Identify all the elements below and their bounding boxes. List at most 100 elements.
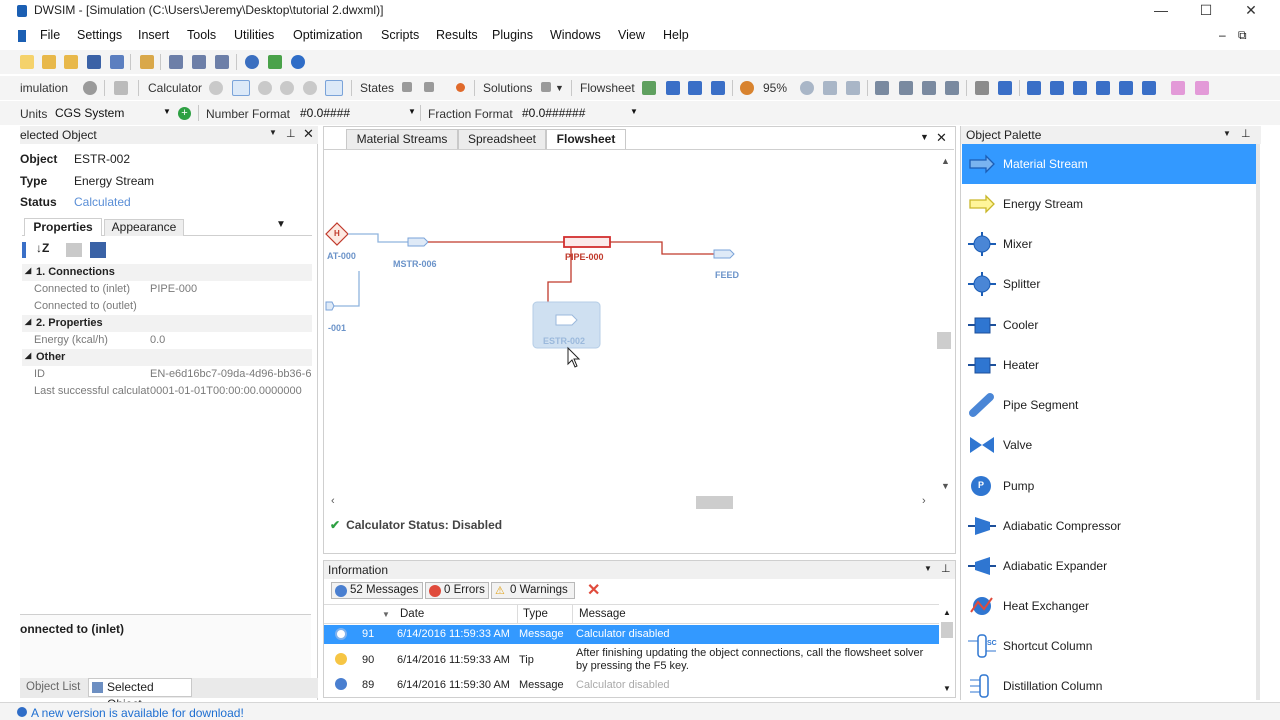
close-document-icon[interactable]: ✕ xyxy=(936,130,947,146)
messages-scrollbar[interactable]: ▲ ▼ xyxy=(939,604,955,696)
tab-properties[interactable]: Properties xyxy=(24,218,102,236)
tab-object-list[interactable]: Object List xyxy=(22,679,86,697)
new-icon[interactable] xyxy=(20,55,34,69)
print-preview-icon[interactable] xyxy=(945,81,959,95)
copy-icon[interactable] xyxy=(875,81,889,95)
canvas-vertical-scrollbar[interactable]: ▲ ▼ xyxy=(936,150,954,493)
tab-material-streams[interactable]: Material Streams xyxy=(346,129,458,149)
menu-utilities[interactable]: Utilities xyxy=(234,28,274,42)
solutions-icon[interactable] xyxy=(541,82,551,92)
scroll-left-icon[interactable]: ‹ xyxy=(331,495,335,507)
print-icon[interactable] xyxy=(922,81,936,95)
tab-spreadsheet[interactable]: Spreadsheet xyxy=(458,129,546,149)
scroll-up-icon[interactable]: ▲ xyxy=(943,608,951,617)
menu-settings[interactable]: Settings xyxy=(77,28,122,42)
errors-filter-button[interactable]: 0 Errors xyxy=(425,582,489,599)
menu-help[interactable]: Help xyxy=(663,28,689,42)
table-row[interactable]: 91 6/14/2016 11:59:33 AM Message Calcula… xyxy=(324,625,939,644)
sort-az-icon[interactable]: ↓Z xyxy=(36,241,49,255)
property-row[interactable]: Last successful calculat 0001-01-01T00:0… xyxy=(22,383,312,400)
scroll-right-icon[interactable]: › xyxy=(922,495,926,507)
menu-view[interactable]: View xyxy=(618,28,645,42)
hatch-icon[interactable] xyxy=(975,81,989,95)
clear-messages-icon[interactable]: ✕ xyxy=(587,580,600,600)
panel-menu-icon[interactable]: ▼ xyxy=(269,128,277,137)
palette-splitter[interactable]: Splitter xyxy=(962,264,1256,304)
palette-adiabatic-expander[interactable]: Adiabatic Expander xyxy=(962,546,1256,586)
close-button[interactable]: ✕ xyxy=(1228,0,1274,22)
align-left-icon[interactable] xyxy=(1027,81,1041,95)
align-right-icon[interactable] xyxy=(1073,81,1087,95)
close-panel-icon[interactable]: ✕ xyxy=(303,126,314,142)
export-icon[interactable] xyxy=(140,55,154,69)
palette-adiabatic-compressor[interactable]: Adiabatic Compressor xyxy=(962,506,1256,546)
panel-menu-icon[interactable]: ▼ xyxy=(924,564,932,573)
menu-scripts[interactable]: Scripts xyxy=(381,28,419,42)
pin-icon[interactable]: ⊥ xyxy=(286,127,296,140)
save-state-icon[interactable] xyxy=(402,82,412,92)
play-icon[interactable] xyxy=(209,81,223,95)
calc-abort-icon[interactable] xyxy=(303,81,317,95)
palette-material-stream[interactable]: Material Stream xyxy=(962,144,1256,184)
palette-heater[interactable]: Heater xyxy=(962,345,1256,385)
palette-energy-stream[interactable]: Energy Stream xyxy=(962,184,1256,224)
vertical-scroll-thumb[interactable] xyxy=(937,332,951,349)
tile-vertical-icon[interactable] xyxy=(192,55,206,69)
state-record-icon[interactable] xyxy=(456,83,465,92)
solutions-dropdown-icon[interactable]: ▼ xyxy=(555,83,564,93)
property-pages-icon[interactable] xyxy=(66,243,82,257)
tab-menu-icon[interactable]: ▼ xyxy=(276,219,286,230)
category-connections[interactable]: ◢ 1. Connections xyxy=(22,264,312,281)
tab-selected-object[interactable]: Selected Object xyxy=(88,678,192,711)
minimize-button[interactable]: — xyxy=(1138,0,1184,22)
menu-file[interactable]: File xyxy=(40,28,60,42)
estr-002-arrow[interactable] xyxy=(555,314,578,326)
align-bottom-icon[interactable] xyxy=(1142,81,1156,95)
align-top-icon[interactable] xyxy=(1096,81,1110,95)
simulation-settings-icon[interactable] xyxy=(83,81,97,95)
save-properties-icon[interactable] xyxy=(90,242,106,258)
menu-results[interactable]: Results xyxy=(436,28,478,42)
zoom-icon[interactable] xyxy=(740,81,754,95)
property-row[interactable]: Connected to (inlet) PIPE-000 xyxy=(22,281,312,298)
zoom-value[interactable]: 95% xyxy=(763,81,787,95)
tab-flowsheet[interactable]: Flowsheet xyxy=(546,129,626,149)
flowsheet-canvas[interactable]: H AT-000 MSTR-006 PIPE-000 FEED ESTR-002… xyxy=(324,150,936,493)
column-message[interactable]: Message xyxy=(579,608,626,620)
palette-mixer[interactable]: Mixer xyxy=(962,224,1256,264)
report-icon[interactable] xyxy=(114,81,128,95)
messages-filter-button[interactable]: 52 Messages xyxy=(331,582,423,599)
paste-icon[interactable] xyxy=(899,81,913,95)
recycle-icon[interactable] xyxy=(268,55,282,69)
panel-menu-icon[interactable]: ▼ xyxy=(1223,129,1231,138)
palette-scrollbar[interactable] xyxy=(1256,144,1260,700)
distribute-h-icon[interactable] xyxy=(1171,81,1185,95)
open-samples-icon[interactable] xyxy=(64,55,78,69)
mdi-minimize-button[interactable]: ‒ xyxy=(1219,28,1226,42)
palette-shortcut-column[interactable]: SC Shortcut Column xyxy=(962,626,1256,666)
calc-mode-icon[interactable] xyxy=(325,80,343,96)
horizontal-scroll-thumb[interactable] xyxy=(696,496,733,509)
warnings-filter-button[interactable]: ⚠ 0 Warnings xyxy=(491,582,575,599)
update-available-link[interactable]: A new version is available for download! xyxy=(31,706,244,720)
messages-scroll-thumb[interactable] xyxy=(941,622,953,638)
table-row[interactable]: 90 6/14/2016 11:59:33 AM Tip After finis… xyxy=(324,645,939,675)
zoom-in-icon[interactable] xyxy=(800,81,814,95)
calc-step-icon[interactable] xyxy=(258,81,272,95)
menu-insert[interactable]: Insert xyxy=(138,28,169,42)
property-row[interactable]: Energy (kcal/h) 0.0 xyxy=(22,332,312,349)
property-row[interactable]: Connected to (outlet) xyxy=(22,298,312,315)
grid-icon[interactable] xyxy=(642,81,656,95)
menu-optimization[interactable]: Optimization xyxy=(293,28,362,42)
align-center-icon[interactable] xyxy=(1050,81,1064,95)
category-other[interactable]: ◢ Other xyxy=(22,349,312,366)
scroll-up-icon[interactable]: ▲ xyxy=(941,156,950,166)
mstr-006-arrow[interactable] xyxy=(407,237,429,247)
distribute-v-icon[interactable] xyxy=(1195,81,1209,95)
tab-appearance[interactable]: Appearance xyxy=(104,219,184,236)
units-select[interactable]: CGS System ▼ xyxy=(55,106,173,122)
document-menu-icon[interactable]: ▼ xyxy=(920,132,929,142)
zoom-default-icon[interactable] xyxy=(846,81,860,95)
column-type[interactable]: Type xyxy=(523,608,548,620)
table-icon[interactable] xyxy=(711,81,725,95)
